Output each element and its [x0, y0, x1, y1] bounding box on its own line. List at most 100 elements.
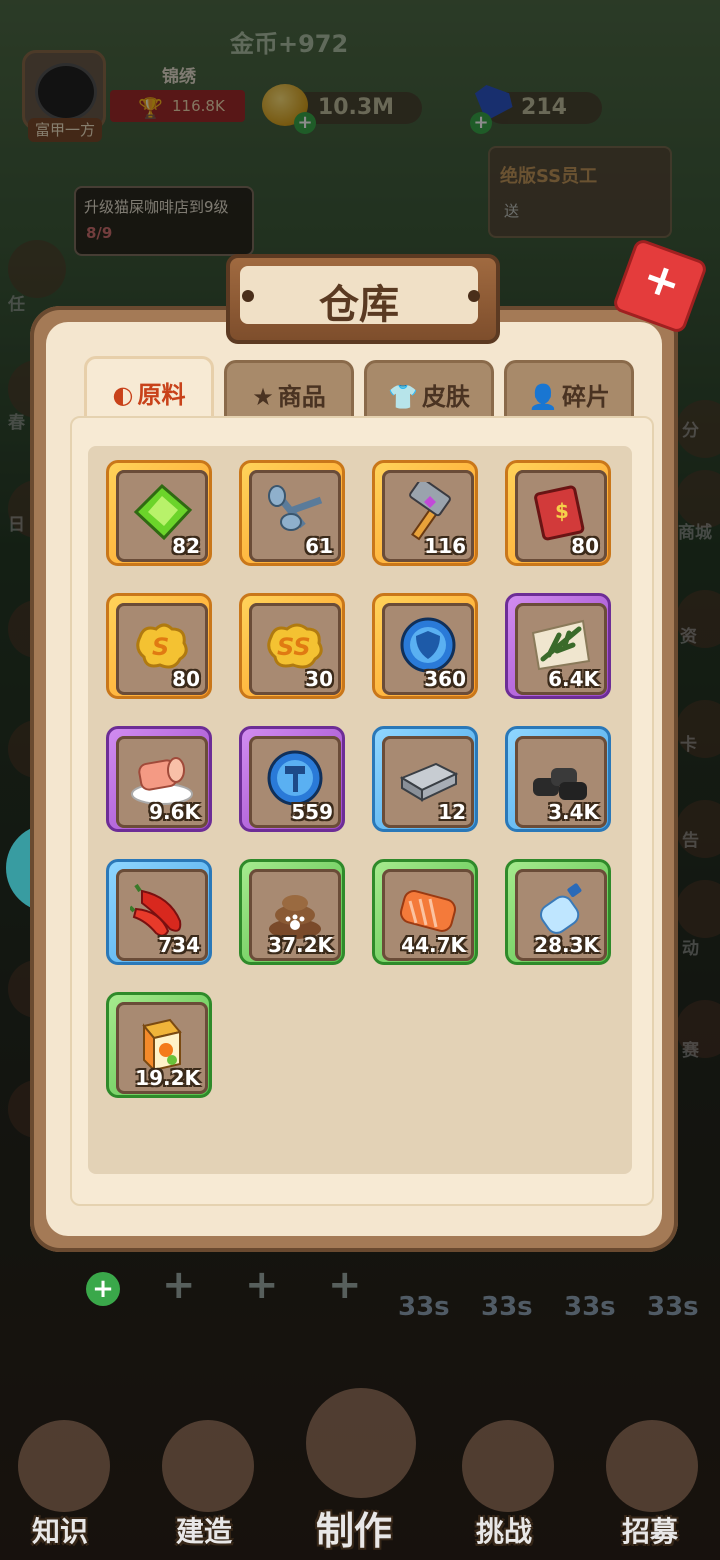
salmon-icon — [396, 881, 460, 941]
s-puzzle-icon: S — [130, 615, 194, 675]
item-frame: 9.6K — [116, 736, 208, 828]
red-book-icon: $ — [529, 482, 593, 542]
item-frame: 734 — [116, 869, 208, 961]
item-count: 80 — [172, 667, 200, 691]
star-icon: ★ — [252, 383, 274, 411]
svg-text:$: $ — [555, 499, 569, 523]
rivet-icon — [468, 290, 480, 302]
item-frame: 61 — [249, 470, 341, 562]
item-count: 80 — [571, 534, 599, 558]
inventory-item[interactable]: 734 — [106, 859, 212, 965]
item-count: 37.2K — [268, 933, 333, 957]
page-title: 仓库 — [319, 282, 399, 328]
inventory-content: 82 61 116 $80 S 80 SS 30 360 6.4K 9.6K 559 12 3.4K 734… — [70, 416, 654, 1206]
herbs-icon — [529, 615, 593, 675]
item-frame: 19.2K — [116, 1002, 208, 1094]
inventory-item[interactable]: S 80 — [106, 593, 212, 699]
item-frame: 44.7K — [382, 869, 474, 961]
item-frame: 37.2K — [249, 869, 341, 961]
item-frame: 360 — [382, 603, 474, 695]
item-count: 28.3K — [534, 933, 599, 957]
empty-slot-plus-icon[interactable]: + — [245, 1262, 279, 1308]
inventory-item[interactable]: $80 — [505, 460, 611, 566]
nav-build-button[interactable] — [162, 1420, 254, 1512]
item-frame: 3.4K — [515, 736, 607, 828]
hammer-icon — [396, 477, 460, 542]
empty-slot-plus-icon[interactable]: + — [162, 1262, 196, 1308]
production-timer: 33s — [481, 1292, 533, 1322]
inventory-item[interactable]: 82 — [106, 460, 212, 566]
material-icon: ◐ — [112, 381, 134, 409]
person-icon: 👤 — [528, 383, 558, 411]
item-frame: 82 — [116, 470, 208, 562]
title-plaque: 仓库 — [226, 254, 500, 344]
tab-goods-label: 商品 — [277, 383, 326, 411]
rivet-icon — [242, 290, 254, 302]
inventory-item[interactable]: SS 30 — [239, 593, 345, 699]
item-count: 44.7K — [401, 933, 466, 957]
coal-icon — [529, 748, 593, 808]
tab-fragments-label: 碎片 — [561, 383, 610, 411]
blue-hammer-coin-icon — [263, 748, 327, 808]
nav-challenge-label: 挑战 — [476, 1515, 533, 1548]
inventory-item[interactable]: 28.3K — [505, 859, 611, 965]
iron-ingot-icon — [396, 748, 460, 808]
shirt-icon: 👕 — [388, 383, 418, 411]
svg-text:SS: SS — [277, 633, 311, 661]
inventory-grid: 82 61 116 $80 S 80 SS 30 360 6.4K 9.6K 559 12 3.4K 734… — [88, 446, 632, 1174]
item-frame: 559 — [249, 736, 341, 828]
nav-craft-label: 制作 — [316, 1509, 393, 1553]
add-slot-button[interactable]: + — [86, 1272, 120, 1306]
inventory-item[interactable]: 61 — [239, 460, 345, 566]
nav-craft-button[interactable] — [306, 1388, 416, 1498]
item-count: 116 — [424, 534, 466, 558]
item-frame: 28.3K — [515, 869, 607, 961]
tab-fragments[interactable]: 👤 碎片 — [504, 360, 634, 421]
inventory-item[interactable]: 116 — [372, 460, 478, 566]
tab-skins[interactable]: 👕 皮肤 — [364, 360, 494, 421]
empty-slot-plus-icon[interactable]: + — [328, 1262, 362, 1308]
inventory-item[interactable]: 9.6K — [106, 726, 212, 832]
item-count: 9.6K — [149, 800, 200, 824]
inventory-item[interactable]: 6.4K — [505, 593, 611, 699]
tab-skins-label: 皮肤 — [421, 383, 470, 411]
title-inner: 仓库 — [240, 266, 478, 328]
nav-knowledge-button[interactable] — [18, 1420, 110, 1512]
item-frame: 12 — [382, 736, 474, 828]
svg-text:S: S — [152, 633, 169, 661]
item-frame: 116 — [382, 470, 474, 562]
inventory-item[interactable]: 3.4K — [505, 726, 611, 832]
nav-build-label: 建造 — [176, 1515, 233, 1548]
green-gem-icon — [130, 482, 194, 542]
inventory-item[interactable]: 559 — [239, 726, 345, 832]
production-timer: 33s — [398, 1292, 450, 1322]
tab-goods[interactable]: ★ 商品 — [224, 360, 354, 421]
item-frame: S 80 — [116, 603, 208, 695]
water-bottle-icon — [529, 881, 593, 941]
item-frame: 6.4K — [515, 603, 607, 695]
blue-shield-coin-icon — [396, 615, 460, 675]
chili-pepper-icon — [128, 881, 194, 941]
nails-icon — [263, 482, 327, 542]
poop-icon — [263, 881, 327, 941]
production-timer: 33s — [564, 1292, 616, 1322]
nav-recruit-label: 招募 — [622, 1515, 679, 1548]
inventory-item[interactable]: 19.2K — [106, 992, 212, 1098]
inventory-item[interactable]: 44.7K — [372, 859, 478, 965]
tab-materials[interactable]: ◐ 原料 — [84, 356, 214, 421]
item-frame: $80 — [515, 470, 607, 562]
item-count: 30 — [305, 667, 333, 691]
ss-puzzle-icon: SS — [263, 615, 327, 675]
nav-challenge-button[interactable] — [462, 1420, 554, 1512]
tab-materials-label: 原料 — [137, 381, 186, 409]
inventory-item[interactable]: 37.2K — [239, 859, 345, 965]
production-timer: 33s — [647, 1292, 699, 1322]
item-count: 6.4K — [548, 667, 599, 691]
nav-recruit-button[interactable] — [606, 1420, 698, 1512]
ham-roll-icon — [130, 748, 194, 808]
item-count: 12 — [438, 800, 466, 824]
inventory-item[interactable]: 12 — [372, 726, 478, 832]
nav-knowledge-label: 知识 — [32, 1515, 89, 1548]
inventory-item[interactable]: 360 — [372, 593, 478, 699]
item-count: 82 — [172, 534, 200, 558]
